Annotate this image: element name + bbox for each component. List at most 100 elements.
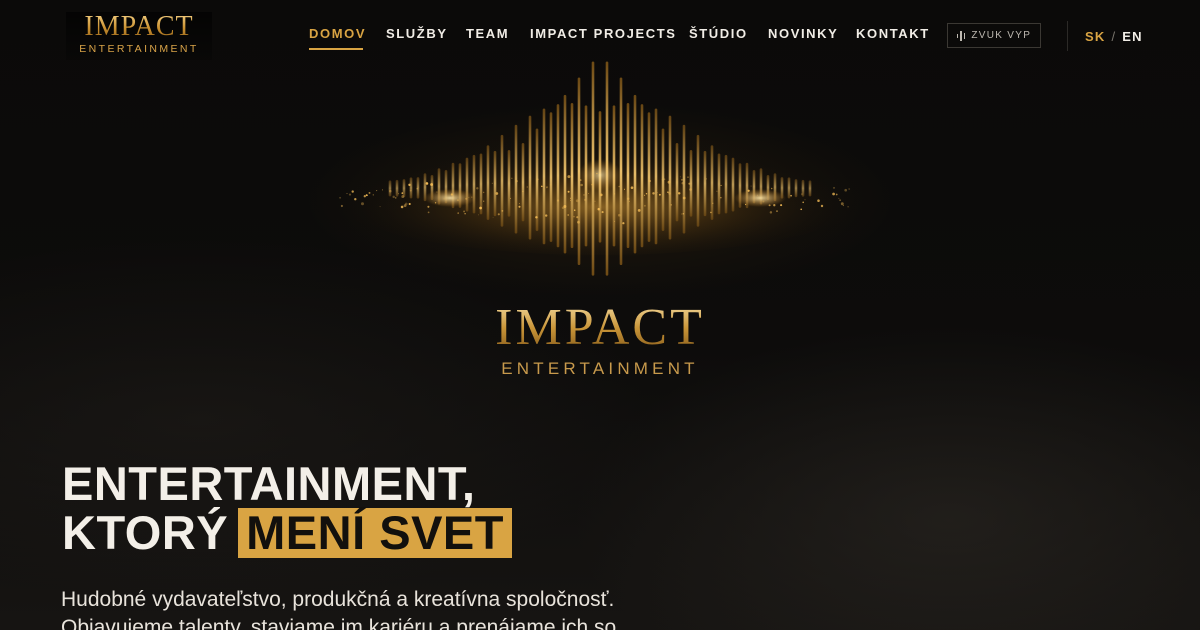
soundwave-spark [599, 193, 603, 197]
soundwave-spark [510, 197, 511, 199]
language-switcher: SK / EN [1085, 29, 1143, 44]
language-en[interactable]: EN [1122, 29, 1142, 44]
soundwave-spark [491, 182, 493, 184]
soundwave-spark [594, 200, 596, 202]
soundwave-spark [354, 198, 357, 201]
soundwave-bar [724, 154, 728, 214]
nav-item-kontakt[interactable]: KONTAKT [856, 26, 930, 41]
soundwave-spark [515, 179, 518, 183]
soundwave-spark [720, 184, 722, 186]
soundwave-spark [847, 206, 849, 208]
soundwave-spark [658, 193, 661, 196]
soundwave-bar [633, 94, 637, 254]
soundwave-spark [463, 210, 466, 213]
language-sk[interactable]: SK [1085, 29, 1105, 44]
soundwave-spark [497, 213, 500, 216]
soundwave-spark [835, 193, 838, 196]
soundwave-spark [614, 193, 616, 195]
soundwave-bar [395, 179, 399, 197]
soundwave-spark [817, 199, 820, 202]
soundwave-spark [712, 202, 714, 204]
soundwave-spark [483, 200, 485, 202]
soundwave-bar [668, 115, 672, 240]
soundwave-bar [514, 124, 518, 234]
soundwave-spark [645, 192, 648, 195]
soundwave-spark [430, 183, 434, 186]
soundwave-bar [710, 145, 714, 220]
soundwave-bar [731, 157, 735, 212]
soundwave-bar [402, 179, 406, 198]
soundwave-spark [476, 187, 479, 190]
soundwave-spark [744, 203, 747, 206]
soundwave-spark [464, 213, 466, 215]
soundwave-spark [804, 199, 806, 201]
soundwave-spark [522, 191, 524, 192]
soundwave-spark [561, 206, 565, 210]
soundwave-bar [556, 104, 560, 248]
soundwave-spark [601, 211, 604, 214]
soundwave-spark [769, 211, 773, 214]
emblem-title: IMPACT [420, 300, 780, 356]
soundwave-spark [681, 182, 684, 185]
soundwave-spark [820, 204, 824, 208]
soundwave-spark [644, 194, 646, 196]
brand-logo[interactable]: IMPACT ENTERTAINMENT [66, 12, 212, 60]
sound-toggle-button[interactable]: ZVUK VYP [947, 23, 1041, 48]
soundwave-spark [661, 179, 663, 181]
soundwave-spark [668, 192, 671, 195]
sound-toggle-label: ZVUK VYP [971, 30, 1032, 41]
soundwave-spark [583, 194, 585, 196]
soundwave-bar [472, 154, 476, 214]
soundwave-spark [776, 210, 778, 212]
soundwave-spark [720, 197, 722, 199]
hero-heading-plain: KTORÝ [62, 506, 229, 559]
soundwave-spark [389, 189, 392, 193]
soundwave-spark [436, 191, 438, 193]
soundwave-bar [647, 112, 651, 242]
soundwave-spark [392, 195, 395, 199]
emblem-subtitle: ENTERTAINMENT [501, 359, 699, 378]
soundwave-bar [808, 180, 812, 197]
soundwave-spark [372, 194, 374, 196]
soundwave-spark [677, 192, 681, 195]
soundwave-spark [398, 193, 400, 195]
sound-wave-icon [956, 30, 966, 41]
soundwave-bar [787, 177, 791, 199]
nav-item-novinky[interactable]: NOVINKY [768, 26, 838, 41]
soundwave-spark [492, 217, 494, 218]
soundwave-spark [518, 205, 521, 208]
soundwave-spark [747, 189, 750, 192]
soundwave-spark [833, 187, 835, 189]
nav-item-impact-projects[interactable]: IMPACT PROJECTS [530, 26, 677, 41]
nav-item-domov[interactable]: DOMOV [309, 26, 366, 41]
soundwave-spark [614, 220, 616, 222]
soundwave-spark [577, 220, 580, 224]
soundwave-spark [648, 179, 651, 183]
nav-item-sluzby[interactable]: SLUŽBY [386, 26, 448, 41]
soundwave-spark [394, 197, 397, 199]
logo-wordmark: IMPACT [84, 11, 194, 42]
soundwave-spark [381, 189, 384, 191]
soundwave-spark [404, 202, 408, 206]
soundwave-spark [495, 192, 499, 195]
soundwave-spark [623, 188, 626, 190]
soundwave-spark [770, 187, 773, 190]
soundwave-spark [687, 176, 689, 178]
nav-item-studio[interactable]: ŠTÚDIO [689, 26, 748, 41]
soundwave-spark [511, 177, 513, 179]
soundwave-bar [549, 112, 553, 242]
soundwave-spark [710, 211, 712, 214]
soundwave-spark [567, 175, 571, 179]
soundwave-spark [756, 194, 758, 196]
nav-item-team[interactable]: TEAM [466, 26, 509, 41]
soundwave-spark [401, 195, 405, 199]
soundwave-spark [705, 178, 707, 180]
soundwave-spark [630, 186, 634, 189]
soundwave-spark [478, 214, 480, 216]
soundwave-bar [696, 134, 700, 227]
soundwave-spark [682, 213, 685, 215]
soundwave-spark [545, 186, 549, 189]
soundwave-spark [802, 201, 804, 204]
soundwave-spark [575, 199, 579, 203]
soundwave-spark [434, 202, 437, 204]
